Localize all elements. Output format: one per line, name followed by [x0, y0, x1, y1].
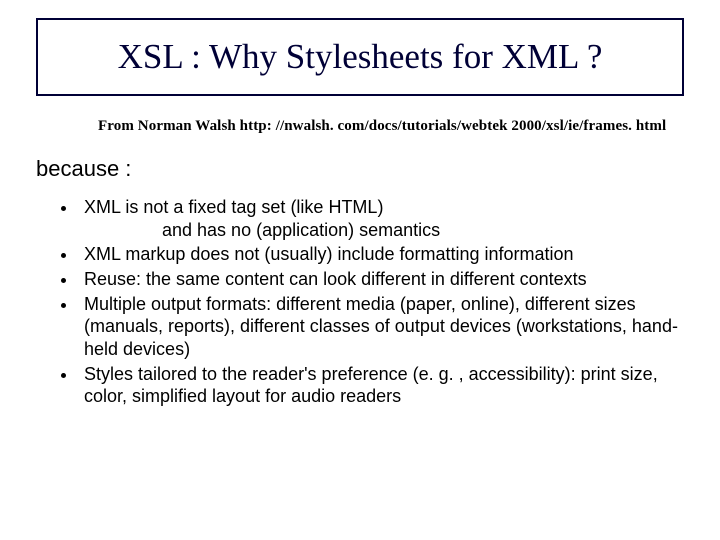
because-heading: because : [36, 156, 131, 182]
bullet-list: XML is not a fixed tag set (like HTML) a… [52, 196, 688, 410]
list-item: Styles tailored to the reader's preferen… [78, 363, 688, 408]
bullet-text: Multiple output formats: different media… [84, 294, 678, 359]
bullet-text: XML is not a fixed tag set (like HTML) [84, 197, 383, 217]
source-prefix: From Norman Walsh [98, 118, 240, 134]
list-item: XML markup does not (usually) include fo… [78, 243, 688, 266]
bullet-text: Reuse: the same content can look differe… [84, 269, 587, 289]
list-item: Multiple output formats: different media… [78, 293, 688, 361]
bullet-subtext: and has no (application) semantics [84, 219, 688, 242]
list-item: XML is not a fixed tag set (like HTML) a… [78, 196, 688, 241]
source-url: http: //nwalsh. com/docs/tutorials/webte… [240, 118, 667, 134]
slide: XSL : Why Stylesheets for XML ? From Nor… [0, 0, 720, 540]
slide-title: XSL : Why Stylesheets for XML ? [118, 37, 603, 77]
bullet-text: Styles tailored to the reader's preferen… [84, 364, 658, 407]
bullet-text: XML markup does not (usually) include fo… [84, 244, 574, 264]
list-item: Reuse: the same content can look differe… [78, 268, 688, 291]
source-line: From Norman Walsh http: //nwalsh. com/do… [98, 118, 666, 135]
title-box: XSL : Why Stylesheets for XML ? [36, 18, 684, 96]
